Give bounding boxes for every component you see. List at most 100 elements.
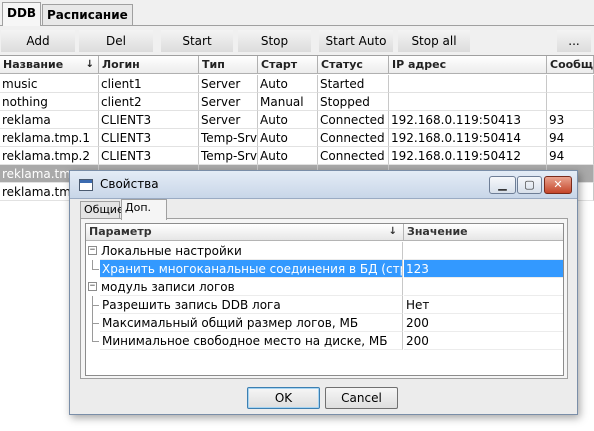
property-name: Минимальное свободное место на диске, МБ bbox=[100, 332, 403, 350]
tab-ddb[interactable]: DDB bbox=[2, 2, 42, 26]
property-value[interactable]: 123 bbox=[404, 260, 563, 278]
tree-connector bbox=[92, 323, 99, 324]
cell-status: Connected bbox=[318, 111, 389, 129]
collapse-toggle-icon[interactable]: − bbox=[88, 246, 97, 255]
cell-start: Auto bbox=[258, 129, 318, 147]
property-name: Хранить многоканальные соединения в БД (… bbox=[100, 260, 403, 278]
cell-status: Connected bbox=[318, 129, 389, 147]
grid-header-parameter[interactable]: Параметр ↓ bbox=[86, 224, 404, 241]
more-button[interactable]: ... bbox=[556, 29, 592, 53]
cell-messages: 93 bbox=[547, 111, 594, 129]
tab-schedule[interactable]: Расписание bbox=[42, 4, 133, 25]
dialog-titlebar[interactable]: Свойства ▁ ▢ ✕ bbox=[70, 171, 577, 199]
property-group-row[interactable]: − Локальные настройки bbox=[86, 242, 563, 260]
minimize-icon: ▁ bbox=[498, 178, 507, 191]
property-row[interactable]: Максимальный общий размер логов, МБ 200 bbox=[86, 314, 563, 332]
cell-status: Connected bbox=[318, 147, 389, 165]
column-header-label: Название bbox=[3, 58, 64, 71]
cell-type: Temp-Srv bbox=[199, 129, 258, 147]
properties-dialog: Свойства ▁ ▢ ✕ Общие Доп. Параметр ↓ Зна… bbox=[69, 170, 578, 415]
tree-connector bbox=[92, 332, 93, 342]
cell-status: Stopped bbox=[318, 93, 389, 111]
collapse-toggle-icon[interactable]: − bbox=[88, 282, 97, 291]
dialog-tab-strip: Общие Доп. bbox=[80, 199, 570, 220]
tab-general[interactable]: Общие bbox=[80, 201, 124, 219]
table-row[interactable]: reklama.tmp.1 CLIENT3 Temp-Srv Auto Connecte… bbox=[0, 129, 594, 147]
cell-type: Server bbox=[199, 93, 258, 111]
cell-messages: 94 bbox=[547, 147, 594, 165]
property-group-row[interactable]: − модуль записи логов bbox=[86, 278, 563, 296]
table-row[interactable]: reklama CLIENT3 Server Auto Connected 192.168… bbox=[0, 111, 594, 129]
cell-ip bbox=[389, 93, 547, 111]
tab-advanced[interactable]: Доп. bbox=[121, 199, 167, 220]
property-row[interactable]: Хранить многоканальные соединения в БД (… bbox=[86, 260, 563, 278]
tree-connector bbox=[92, 305, 99, 306]
tree-connector bbox=[92, 296, 93, 314]
cell-ip: 192.168.0.119:50412 bbox=[389, 147, 547, 165]
sort-arrow-icon: ↓ bbox=[85, 59, 94, 70]
tree-connector bbox=[92, 314, 93, 332]
cell-login: client2 bbox=[99, 93, 199, 111]
sort-arrow-icon: ↓ bbox=[388, 226, 397, 237]
cell-name: nothing bbox=[0, 93, 99, 111]
delete-button[interactable]: Del bbox=[78, 29, 154, 53]
close-button[interactable]: ✕ bbox=[544, 176, 572, 194]
dialog-title: Свойства bbox=[100, 177, 159, 191]
cell-ip bbox=[389, 75, 547, 93]
property-name: Разрешить запись DDB лога bbox=[100, 296, 403, 314]
maximize-button[interactable]: ▢ bbox=[517, 176, 542, 194]
column-header-status[interactable]: Статус bbox=[318, 56, 389, 74]
column-header-messages[interactable]: Сообщ bbox=[547, 56, 594, 74]
column-header-type[interactable]: Тип bbox=[199, 56, 258, 74]
cell-name: music bbox=[0, 75, 99, 93]
stop-button[interactable]: Stop bbox=[237, 29, 312, 53]
cell-login: client1 bbox=[99, 75, 199, 93]
column-header-login[interactable]: Логин bbox=[99, 56, 199, 74]
start-button[interactable]: Start bbox=[160, 29, 234, 53]
column-header-start[interactable]: Старт bbox=[258, 56, 318, 74]
cell-name: reklama.tmp.2 bbox=[0, 147, 99, 165]
table-row[interactable]: nothing client2 Server Manual Stopped bbox=[0, 93, 594, 111]
table-row[interactable]: music client1 Server Auto Started bbox=[0, 75, 594, 93]
property-value bbox=[404, 242, 563, 260]
grid-header-value[interactable]: Значение bbox=[404, 224, 563, 241]
cell-ip: 192.168.0.119:50414 bbox=[389, 129, 547, 147]
cell-type: Server bbox=[199, 75, 258, 93]
property-value bbox=[404, 278, 563, 296]
cell-messages bbox=[547, 93, 594, 111]
cell-status: Started bbox=[318, 75, 389, 93]
property-row[interactable]: Минимальное свободное место на диске, МБ… bbox=[86, 332, 563, 350]
cell-ip: 192.168.0.119:50413 bbox=[389, 111, 547, 129]
cell-login: CLIENT3 bbox=[99, 147, 199, 165]
property-name: модуль записи логов bbox=[100, 278, 403, 296]
ok-button[interactable]: OK bbox=[247, 387, 320, 409]
property-value[interactable]: 200 bbox=[404, 332, 563, 350]
cell-login: CLIENT3 bbox=[99, 111, 199, 129]
stop-all-button[interactable]: Stop all bbox=[397, 29, 471, 53]
cell-name: reklama.tmp.1 bbox=[0, 129, 99, 147]
list-header: Название ↓ Логин Тип Старт Статус IP адр… bbox=[0, 56, 594, 74]
cell-start: Auto bbox=[258, 75, 318, 93]
cell-type: Server bbox=[199, 111, 258, 129]
close-icon: ✕ bbox=[553, 178, 563, 191]
main-tab-strip: DDB Расписание bbox=[0, 0, 594, 27]
cell-messages bbox=[547, 75, 594, 93]
dialog-tab-panel: Параметр ↓ Значение − Локальные настройки… bbox=[80, 218, 568, 379]
minimize-button[interactable]: ▁ bbox=[489, 176, 516, 194]
column-header-ip[interactable]: IP адрес bbox=[389, 56, 547, 74]
property-value[interactable]: Нет bbox=[404, 296, 563, 314]
tree-connector bbox=[92, 260, 93, 270]
start-auto-button[interactable]: Start Auto bbox=[318, 29, 394, 53]
add-button[interactable]: Add bbox=[0, 29, 76, 53]
grid-header-label: Параметр bbox=[89, 225, 152, 238]
cell-messages: 94 bbox=[547, 129, 594, 147]
cancel-button[interactable]: Cancel bbox=[325, 387, 398, 409]
table-row[interactable]: reklama.tmp.2 CLIENT3 Temp-Srv Auto Connecte… bbox=[0, 147, 594, 165]
property-value[interactable]: 200 bbox=[404, 314, 563, 332]
cell-name: reklama bbox=[0, 111, 99, 129]
property-grid[interactable]: Параметр ↓ Значение − Локальные настройки… bbox=[85, 223, 564, 376]
property-row[interactable]: Разрешить запись DDB лога Нет bbox=[86, 296, 563, 314]
cell-start: Auto bbox=[258, 147, 318, 165]
column-header-name[interactable]: Название ↓ bbox=[0, 56, 99, 74]
maximize-icon: ▢ bbox=[524, 178, 535, 191]
